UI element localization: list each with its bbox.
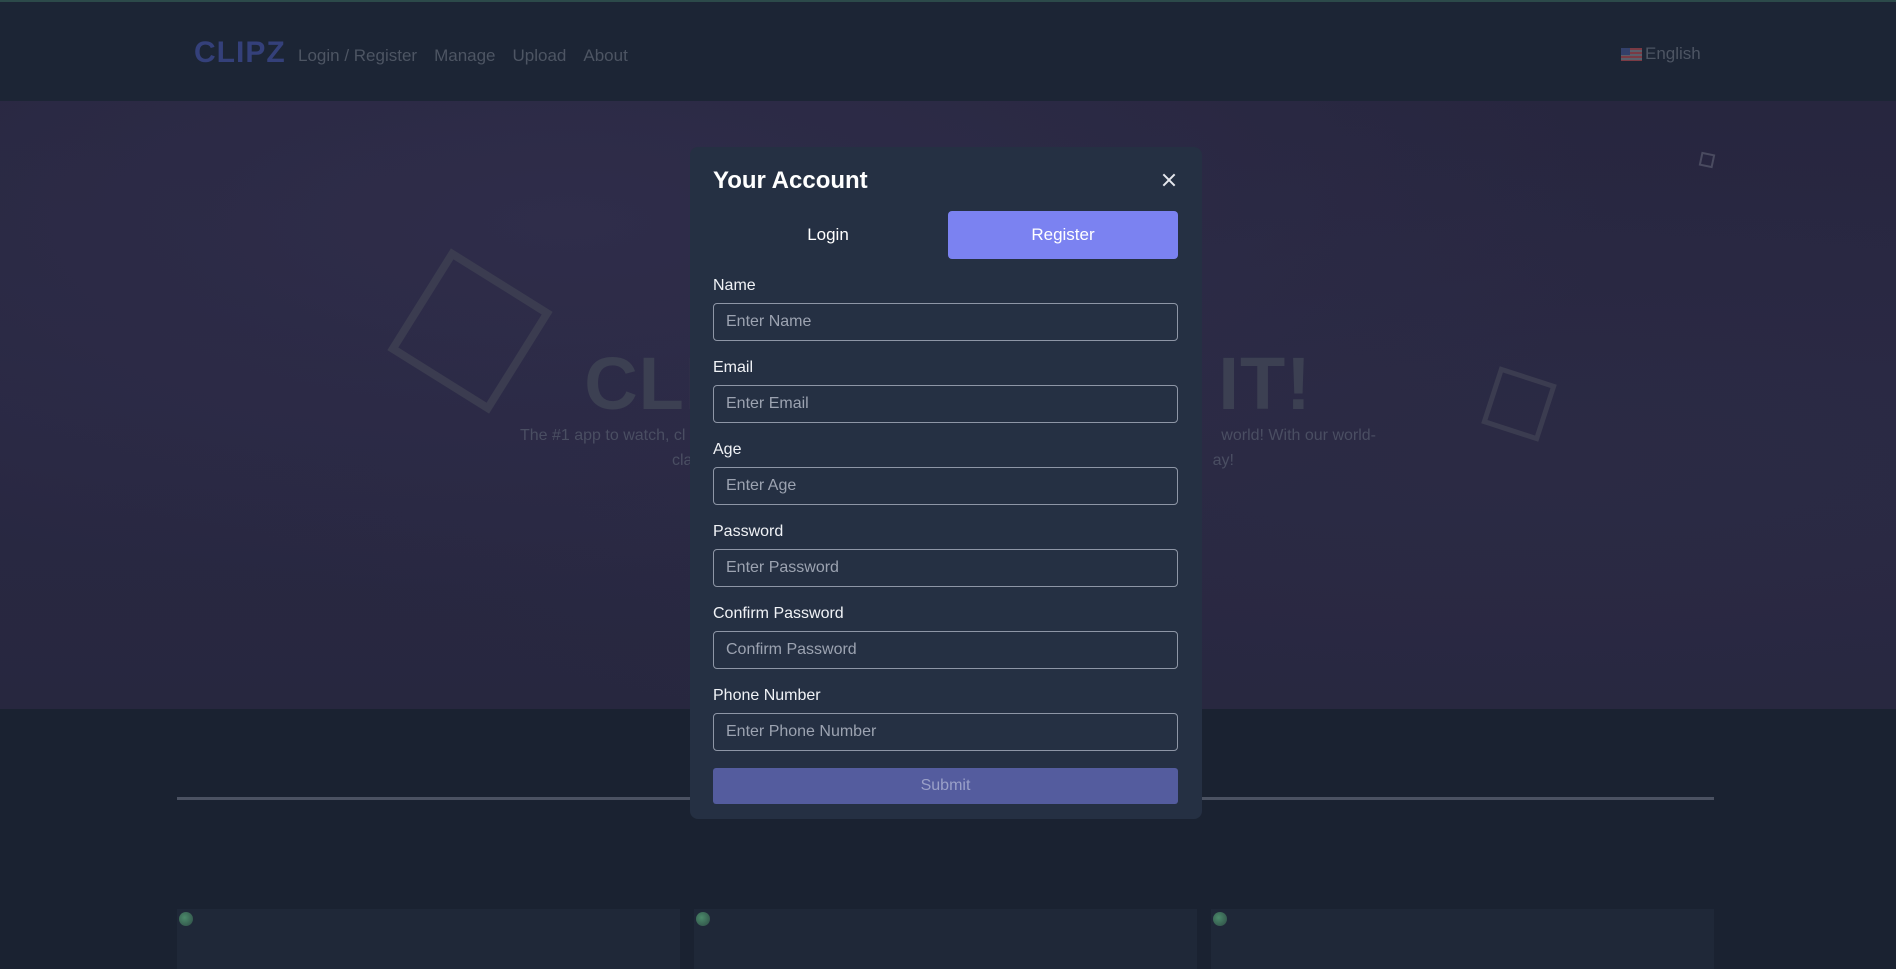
register-form: Name Email Age Password Confirm Password… (713, 277, 1178, 769)
clip-card[interactable] (1211, 909, 1714, 969)
submit-button[interactable]: Submit (713, 768, 1178, 804)
logo[interactable]: CLIPZ (194, 36, 286, 70)
name-label: Name (713, 277, 756, 294)
account-modal: Your Account Login Register Name Email A… (690, 147, 1202, 819)
us-flag-icon (1621, 47, 1642, 61)
name-input[interactable] (713, 303, 1178, 341)
phone-label: Phone Number (713, 687, 821, 704)
age-input[interactable] (713, 467, 1178, 505)
nav-link-login-register[interactable]: Login / Register (298, 46, 417, 66)
email-field-group: Email (713, 359, 1178, 441)
hero-title-left: CLI (584, 342, 707, 425)
language-selector[interactable]: English (1621, 44, 1701, 64)
hero-subtitle-part: world! With our world- (1221, 427, 1376, 444)
nav-links: Login / Register Manage Upload About (298, 46, 628, 66)
password-label: Password (713, 523, 784, 540)
clip-card[interactable] (177, 909, 680, 969)
nav-link-about[interactable]: About (583, 46, 627, 66)
phone-input[interactable] (713, 713, 1178, 751)
nav-link-manage[interactable]: Manage (434, 46, 495, 66)
close-icon[interactable] (1158, 169, 1180, 191)
broken-image-icon (696, 912, 710, 926)
language-label: English (1645, 44, 1701, 63)
tab-register[interactable]: Register (948, 211, 1178, 259)
age-label: Age (713, 441, 742, 458)
auth-tabs: Login Register (713, 211, 1178, 259)
hero-title-right: IT! (1218, 342, 1312, 425)
password-field-group: Password (713, 523, 1178, 605)
phone-field-group: Phone Number (713, 687, 1178, 769)
hero-subtitle-part: ay! (1212, 452, 1234, 469)
modal-title: Your Account (713, 167, 868, 194)
email-input[interactable] (713, 385, 1178, 423)
confirm-password-input[interactable] (713, 631, 1178, 669)
tab-login[interactable]: Login (713, 211, 943, 259)
password-input[interactable] (713, 549, 1178, 587)
navbar: CLIPZ Login / Register Manage Upload Abo… (0, 0, 1896, 101)
broken-image-icon (1213, 912, 1227, 926)
clip-card[interactable] (694, 909, 1197, 969)
nav-link-upload[interactable]: Upload (513, 46, 567, 66)
age-field-group: Age (713, 441, 1178, 523)
confirm-password-label: Confirm Password (713, 605, 844, 622)
decorative-square (1698, 151, 1716, 169)
name-field-group: Name (713, 277, 1178, 359)
broken-image-icon (179, 912, 193, 926)
hero-subtitle-part: The #1 app to watch, cl (520, 427, 686, 444)
confirm-password-field-group: Confirm Password (713, 605, 1178, 687)
email-label: Email (713, 359, 754, 376)
